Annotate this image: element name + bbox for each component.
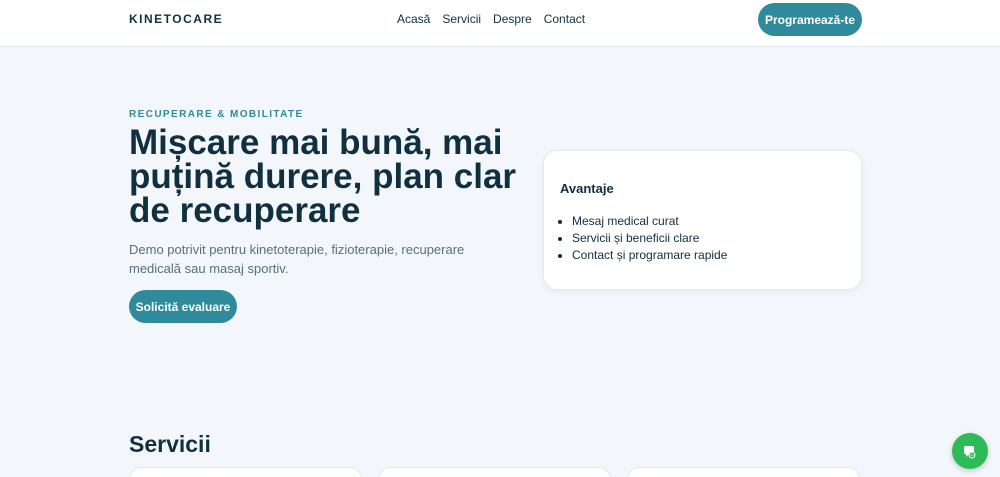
request-evaluation-button[interactable]: Solicită evaluare [129, 290, 237, 323]
book-appointment-button[interactable]: Programează-te [758, 3, 862, 36]
nav-link-despre[interactable]: Despre [493, 12, 532, 26]
advantages-title: Avantaje [560, 181, 614, 196]
nav-link-contact[interactable]: Contact [544, 12, 585, 26]
brand-logo[interactable]: KINETOCARE [129, 12, 223, 26]
list-item: Contact și programare rapide [572, 247, 727, 264]
main-nav: Acasă Servicii Despre Contact [397, 12, 585, 26]
service-card [129, 467, 362, 477]
advantages-card: Avantaje Mesaj medical curat Servicii și… [543, 150, 862, 290]
hero-eyebrow: RECUPERARE & MOBILITATE [129, 109, 304, 120]
site-header: KINETOCARE Acasă Servicii Despre Contact… [0, 0, 1000, 47]
list-item: Mesaj medical curat [572, 213, 727, 230]
services-title: Servicii [129, 431, 211, 457]
hero-description: Demo potrivit pentru kinetoterapie, fizi… [129, 242, 465, 276]
service-card [627, 467, 860, 477]
advantages-list: Mesaj medical curat Servicii și benefici… [572, 213, 727, 264]
list-item: Servicii și beneficii clare [572, 230, 727, 247]
hero-title-line: de recuperare [129, 191, 361, 230]
nav-link-servicii[interactable]: Servicii [442, 12, 481, 26]
whatsapp-chat-button[interactable] [952, 433, 988, 469]
hero-title: Mișcare mai bună, mai puțină durere, pla… [129, 125, 529, 230]
service-card [378, 467, 611, 477]
whatsapp-chat-icon [964, 446, 976, 459]
nav-link-acasa[interactable]: Acasă [397, 12, 430, 26]
